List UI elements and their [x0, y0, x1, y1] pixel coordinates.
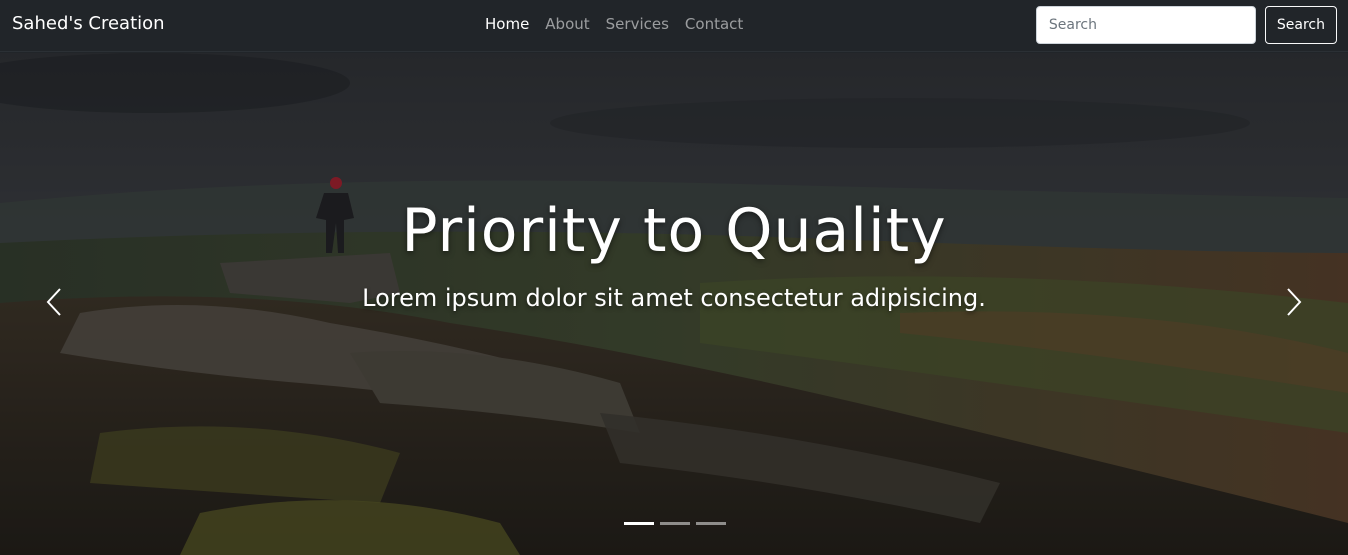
hero-carousel: Priority to Quality Lorem ipsum dolor si…: [0, 53, 1348, 555]
nav-item-about: About: [537, 14, 597, 34]
carousel-indicators: [624, 522, 726, 525]
hero-subtitle: Lorem ipsum dolor sit amet consectetur a…: [362, 284, 986, 312]
nav-links: Home About Services Contact: [477, 14, 751, 34]
chevron-left-icon: [45, 287, 63, 321]
nav-link-services[interactable]: Services: [598, 14, 677, 34]
nav-link-home[interactable]: Home: [477, 14, 537, 34]
navbar: Sahed's Creation Home About Services Con…: [0, 0, 1348, 52]
carousel-indicator-1[interactable]: [624, 522, 654, 525]
nav-link-about[interactable]: About: [537, 14, 597, 34]
carousel-next-button[interactable]: [1193, 53, 1303, 555]
chevron-right-icon: [1285, 287, 1303, 321]
nav-item-services: Services: [598, 14, 677, 34]
search-button[interactable]: Search: [1264, 6, 1337, 44]
nav-link-contact[interactable]: Contact: [677, 14, 751, 34]
carousel-caption: Priority to Quality Lorem ipsum dolor si…: [0, 193, 1348, 313]
nav-item-home: Home: [477, 14, 537, 34]
carousel-prev-button[interactable]: [45, 53, 155, 555]
brand-link[interactable]: Sahed's Creation: [12, 13, 165, 35]
nav-item-contact: Contact: [677, 14, 751, 34]
search-input[interactable]: [1035, 6, 1256, 44]
hero-title: Priority to Quality: [401, 196, 947, 266]
carousel-indicator-3[interactable]: [696, 522, 726, 525]
search-form: Search: [1035, 6, 1337, 44]
carousel-indicator-2[interactable]: [660, 522, 690, 525]
